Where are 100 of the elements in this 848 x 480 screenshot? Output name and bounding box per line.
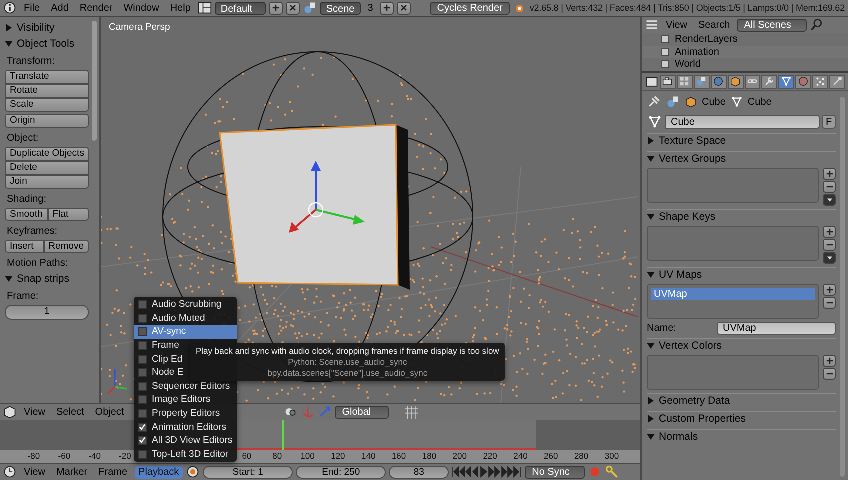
layout-field[interactable]: Default: [214, 2, 266, 14]
list-item[interactable]: UVMap: [651, 288, 815, 300]
expanded-triangle-icon[interactable]: [647, 271, 655, 279]
tool-button[interactable]: Origin: [5, 114, 89, 128]
menu-item[interactable]: View: [20, 406, 50, 418]
tree-item[interactable]: World: [675, 59, 701, 70]
remove-icon[interactable]: [823, 181, 836, 193]
panel-title[interactable]: UV Maps: [659, 269, 702, 281]
menu-item[interactable]: View: [662, 18, 692, 32]
menu-item[interactable]: Add: [47, 2, 73, 14]
scrollbar[interactable]: [92, 21, 97, 141]
tool-button[interactable]: Join: [5, 175, 89, 189]
mesh-name-field[interactable]: Cube: [665, 115, 820, 129]
properties-tab[interactable]: [795, 74, 812, 88]
collapsed-triangle-icon[interactable]: [647, 415, 655, 423]
end-frame-field[interactable]: End: 250: [296, 466, 386, 478]
panel-title[interactable]: Custom Properties: [659, 413, 746, 425]
tool-button[interactable]: Duplicate Objects: [5, 147, 89, 161]
close-icon[interactable]: [286, 2, 300, 14]
playback-controls-icon[interactable]: [452, 466, 522, 478]
checkbox[interactable]: [138, 382, 147, 391]
panel-title[interactable]: Geometry Data: [659, 395, 730, 407]
menu-item[interactable]: Object: [91, 406, 128, 418]
sync-dropdown[interactable]: No Sync: [525, 466, 586, 478]
checkbox[interactable]: [138, 395, 147, 404]
checkbox[interactable]: [138, 436, 147, 446]
start-frame-field[interactable]: Start: 1: [203, 466, 294, 478]
expanded-triangle-icon[interactable]: [5, 274, 13, 282]
expanded-triangle-icon[interactable]: [5, 40, 13, 48]
checkbox[interactable]: [138, 368, 147, 378]
panel-title[interactable]: Vertex Colors: [659, 340, 722, 352]
expanded-triangle-icon[interactable]: [647, 433, 655, 441]
checkbox[interactable]: [138, 409, 147, 418]
menu-item[interactable]: Audio Scrubbing: [134, 298, 237, 312]
playhead[interactable]: [282, 420, 284, 450]
properties-tab[interactable]: [761, 74, 778, 88]
menu-item[interactable]: Select: [52, 406, 88, 418]
menu-item[interactable]: Render: [76, 2, 117, 14]
properties-tab[interactable]: [710, 74, 727, 88]
name-field[interactable]: UVMap: [717, 322, 836, 335]
menu-item[interactable]: Property Editors: [134, 406, 237, 420]
menu-item[interactable]: Frame: [94, 466, 132, 478]
add-icon[interactable]: [823, 168, 836, 180]
tree-item[interactable]: RenderLayers: [675, 34, 738, 46]
tool-button[interactable]: Smooth: [5, 208, 48, 221]
menu-item[interactable]: View: [20, 466, 50, 478]
menu-item[interactable]: Help: [166, 2, 195, 14]
menu-item[interactable]: Window: [120, 2, 164, 14]
properties-tab[interactable]: [728, 74, 744, 88]
filter-dropdown[interactable]: All Scenes: [737, 18, 808, 32]
checkbox[interactable]: [138, 450, 147, 459]
collapsed-triangle-icon[interactable]: [5, 24, 13, 32]
menu-item[interactable]: Search: [694, 18, 734, 32]
menu-item[interactable]: Sequencer Editors: [134, 380, 237, 394]
collapsed-triangle-icon[interactable]: [647, 137, 655, 145]
checkbox[interactable]: [138, 314, 147, 323]
panel-title[interactable]: Snap strips: [17, 272, 70, 284]
menu-item[interactable]: Marker: [52, 466, 92, 478]
fake-user-toggle[interactable]: F: [822, 115, 836, 129]
collapsed-triangle-icon[interactable]: [647, 397, 655, 405]
tool-button[interactable]: Remove: [44, 240, 89, 253]
properties-tab[interactable]: [744, 74, 760, 88]
add-icon[interactable]: [380, 2, 394, 14]
dropdown-icon[interactable]: [823, 252, 836, 264]
properties-tab[interactable]: [829, 74, 845, 88]
add-icon[interactable]: [823, 284, 836, 296]
checkbox[interactable]: [138, 300, 147, 310]
menu-item[interactable]: Image Editors: [134, 393, 237, 407]
checkbox[interactable]: [138, 354, 147, 364]
panel-title[interactable]: Object Tools: [17, 38, 75, 50]
panel-title[interactable]: Vertex Groups: [659, 153, 726, 165]
add-icon[interactable]: [823, 355, 836, 367]
expanded-triangle-icon[interactable]: [647, 342, 655, 350]
current-frame-field[interactable]: 83: [389, 466, 450, 478]
properties-tab[interactable]: [660, 74, 676, 88]
remove-icon[interactable]: [823, 368, 836, 380]
panel-title[interactable]: Texture Space: [659, 135, 726, 147]
properties-tab[interactable]: [778, 74, 794, 88]
panel-title[interactable]: Visibility: [17, 22, 55, 34]
frame-number-field[interactable]: 1: [5, 305, 89, 320]
menu-item[interactable]: AV-sync: [134, 325, 237, 339]
panel-title[interactable]: Shape Keys: [659, 211, 716, 223]
properties-tab[interactable]: [694, 74, 710, 88]
tool-button[interactable]: Scale: [5, 98, 89, 112]
add-icon[interactable]: [269, 2, 284, 14]
add-icon[interactable]: [823, 226, 836, 238]
remove-icon[interactable]: [823, 297, 836, 309]
checkbox[interactable]: [138, 422, 147, 432]
scene-field[interactable]: Scene: [320, 2, 361, 14]
checkbox[interactable]: [138, 341, 147, 350]
tool-button[interactable]: Insert: [5, 240, 44, 253]
dropdown-icon[interactable]: [823, 194, 836, 206]
menu-item[interactable]: Top-Left 3D Editor: [134, 448, 237, 462]
properties-tab[interactable]: [676, 74, 693, 88]
menu-item[interactable]: Playback: [134, 466, 184, 478]
menu-item[interactable]: File: [20, 2, 44, 14]
tool-button[interactable]: Flat: [48, 208, 89, 221]
menu-item[interactable]: Audio Muted: [134, 312, 237, 326]
render-engine-dropdown[interactable]: Cycles Render: [430, 2, 510, 14]
scrollbar[interactable]: [840, 97, 845, 477]
